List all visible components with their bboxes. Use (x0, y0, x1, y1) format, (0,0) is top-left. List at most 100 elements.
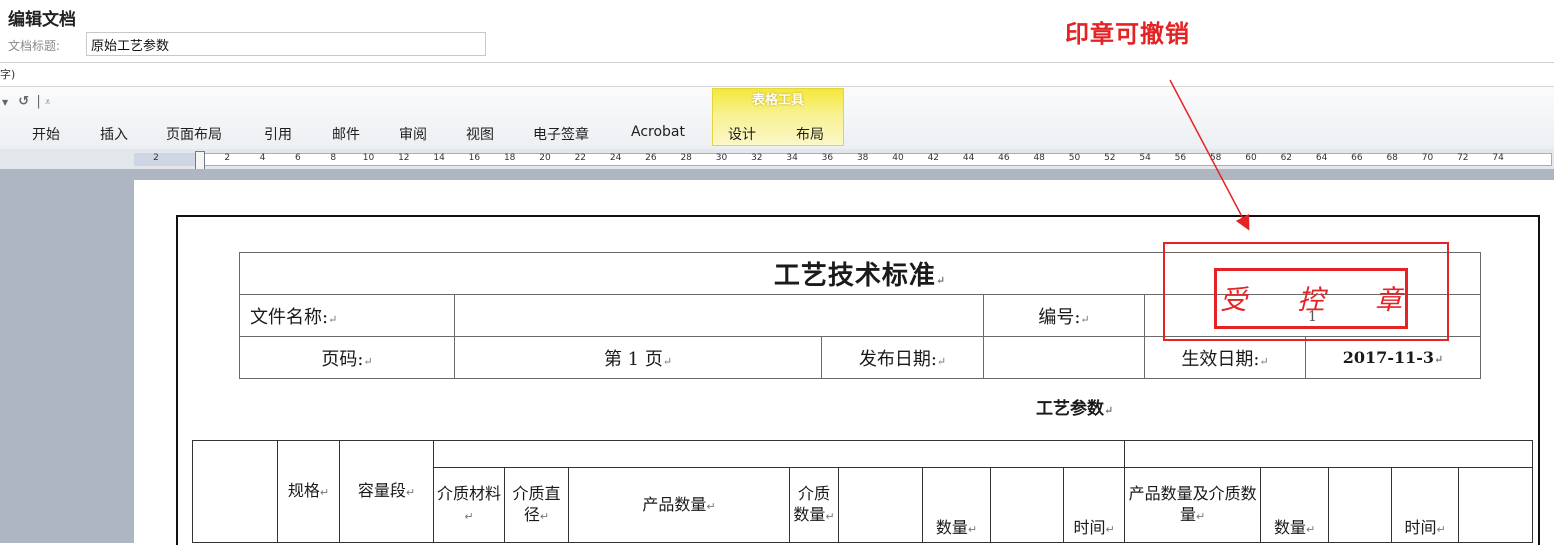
file-name-label-cell[interactable]: 文件名称:↵ (239, 294, 455, 337)
doc-title-input[interactable] (86, 32, 486, 56)
header-product-medium-qty-text: 产品数量及介质数量 (1128, 484, 1257, 524)
truncated-text: 字) (0, 68, 16, 81)
ruler-tick: 36 (821, 153, 834, 163)
ruler-tick: 28 (680, 153, 692, 163)
effective-date-label-cell[interactable]: 生效日期:↵ (1144, 336, 1306, 379)
header-qty-text: 数量 (935, 518, 968, 537)
ruler-tick: 38 (856, 153, 869, 163)
header-time-2-text: 时间 (1404, 518, 1437, 537)
header-qty-2[interactable]: 数量↵ (1260, 467, 1330, 543)
header-capacity-text: 容量段 (357, 481, 406, 500)
table-cell[interactable] (192, 440, 278, 543)
effective-date-label: 生效日期: (1181, 348, 1260, 370)
header-time-2[interactable]: 时间↵ (1391, 467, 1460, 543)
indent-marker[interactable] (195, 151, 205, 171)
header-medium-diameter[interactable]: 介质直径↵ (504, 467, 569, 543)
doc-title-label: 文档标题: (8, 39, 61, 53)
tab-mailings[interactable]: 邮件 (332, 124, 360, 144)
ruler-margin (134, 153, 200, 166)
horizontal-ruler[interactable] (134, 153, 1552, 166)
dropdown-icon[interactable]: ▼ (2, 98, 8, 107)
ruler-tick: 60 (1245, 153, 1257, 163)
tab-layout[interactable]: 布局 (796, 124, 824, 144)
ruler-tick: 70 (1421, 153, 1434, 163)
file-name-value-cell[interactable] (454, 294, 984, 337)
ruler-tick: 68 (1386, 153, 1398, 163)
ruler-tick: 34 (786, 153, 798, 163)
header-medium-material-text: 介质材料 (437, 484, 502, 503)
tab-insert[interactable]: 插入 (100, 124, 128, 144)
page-value-cell[interactable]: 第 1 页↵ (454, 336, 822, 379)
ruler-tick: 50 (1068, 153, 1081, 163)
table-cell[interactable] (1458, 467, 1534, 543)
divider (0, 62, 1554, 63)
ruler-tick: 24 (609, 153, 622, 163)
issue-date-value-cell[interactable] (983, 336, 1145, 379)
ruler-tick: 14 (433, 153, 445, 163)
stamp-highlight-box (1163, 242, 1449, 341)
ruler-tick: 30 (715, 153, 728, 163)
ruler-tick: 8 (330, 153, 337, 163)
section-title: 工艺参数↵ (1036, 399, 1114, 419)
group-header-cell[interactable] (432, 440, 1126, 468)
ruler-tick: 40 (892, 153, 904, 163)
page-value: 第 1 页 (603, 348, 663, 370)
header-time[interactable]: 时间↵ (1062, 467, 1126, 543)
ruler-tick: 74 (1492, 153, 1504, 163)
header-medium-material[interactable]: 介质材料↵ (433, 467, 505, 543)
ruler-tick: 56 (1174, 153, 1187, 163)
customize-qat-icon[interactable]: ⩡ (45, 97, 51, 108)
group-header-cell[interactable] (1124, 440, 1534, 468)
ruler-tick: 18 (503, 153, 516, 163)
ruler-tick: 10 (362, 153, 375, 163)
ruler-tick: 6 (295, 153, 301, 163)
ruler-tick: 4 (259, 153, 266, 163)
annotation-text: 印章可撤销 (1065, 20, 1190, 48)
tab-home[interactable]: 开始 (32, 124, 60, 144)
header-capacity[interactable]: 容量段↵ (339, 440, 434, 543)
tab-review[interactable]: 审阅 (399, 124, 427, 144)
header-time-text: 时间 (1073, 518, 1106, 537)
tab-page-layout[interactable]: 页面布局 (166, 124, 222, 144)
page-label-cell[interactable]: 页码:↵ (239, 336, 455, 379)
tab-e-signature[interactable]: 电子签章 (533, 124, 589, 144)
tab-design[interactable]: 设计 (728, 124, 756, 144)
ruler-tick: 64 (1315, 153, 1328, 163)
header-qty[interactable]: 数量↵ (922, 467, 991, 543)
header-spec-text: 规格 (287, 481, 320, 500)
tab-references[interactable]: 引用 (264, 124, 292, 144)
header-product-qty-text: 产品数量 (642, 494, 707, 514)
ruler-tick: 2 (153, 153, 159, 163)
issue-date-label-cell[interactable]: 发布日期:↵ (821, 336, 984, 379)
ruler-tick: 42 (927, 153, 940, 163)
tab-acrobat[interactable]: Acrobat (631, 124, 685, 140)
ruler-tick: 12 (398, 153, 410, 163)
effective-date-value-cell[interactable]: 2017-11-3↵ (1305, 336, 1481, 379)
undo-icon[interactable]: ↺ (18, 94, 29, 109)
header-product-medium-qty[interactable]: 产品数量及介质数量↵ (1124, 467, 1262, 543)
table-tools-label: 表格工具 (751, 93, 804, 108)
number-label-cell[interactable]: 编号:↵ (983, 294, 1145, 337)
section-title-text: 工艺参数 (1036, 399, 1104, 419)
ruler-tick: 32 (751, 153, 763, 163)
table-cell[interactable] (1328, 467, 1393, 543)
tab-view[interactable]: 视图 (466, 124, 494, 144)
params-table: 规格↵ 容量段↵ 介质材料↵ 介质直径↵ 产品数量↵ 介质数量↵ 数量↵ 时间↵… (192, 440, 1534, 543)
ruler-tick: 26 (645, 153, 657, 163)
table-cell[interactable] (838, 467, 923, 543)
ruler-tick: 46 (998, 153, 1010, 163)
table-cell[interactable] (990, 467, 1064, 543)
header-medium-qty[interactable]: 介质数量↵ (789, 467, 839, 543)
ruler-tick: 72 (1457, 153, 1469, 163)
ruler-tick: 22 (574, 153, 587, 163)
header-qty-2-text: 数量 (1273, 518, 1306, 537)
ruler-tick: 44 (962, 153, 975, 163)
separator: | (36, 94, 41, 109)
quick-access-toolbar[interactable]: ▼ ↺ | ⩡ (2, 94, 51, 109)
header-spec[interactable]: 规格↵ (277, 440, 340, 543)
ruler-tick: 54 (1139, 153, 1151, 163)
ruler-tick: 20 (539, 153, 551, 163)
ruler-tick: 58 (1209, 153, 1222, 163)
ruler-tick: 62 (1280, 153, 1293, 163)
header-product-qty[interactable]: 产品数量↵ (568, 467, 790, 543)
